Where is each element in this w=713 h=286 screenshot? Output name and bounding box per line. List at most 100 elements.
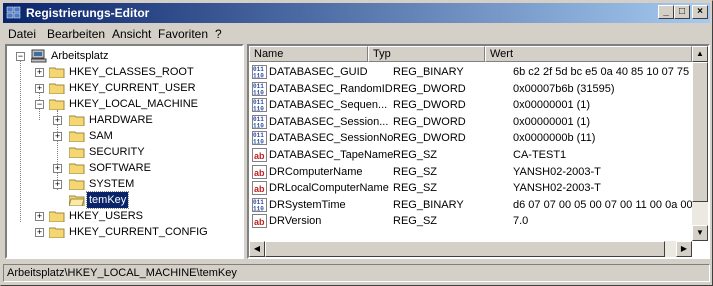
title-bar[interactable]: Registrierungs-Editor _ □ × xyxy=(3,3,710,23)
svg-text:110: 110 xyxy=(253,106,264,113)
table-row[interactable]: 011 110 DATABASEC_Session... REG_DWORD 0x000… xyxy=(249,114,692,131)
collapse-toggle-icon[interactable]: − xyxy=(35,100,44,109)
folder-icon xyxy=(69,179,85,190)
svg-text:110: 110 xyxy=(253,73,264,80)
row-type: REG_BINARY xyxy=(393,198,464,211)
row-value: 0x00007b6b (31595) xyxy=(513,82,615,95)
column-header-type[interactable]: Typ xyxy=(368,46,485,62)
values-list-pane[interactable]: Name Typ Wert 011 110 DATABASEC_GUID REG_BI… xyxy=(247,44,710,259)
folder-icon xyxy=(49,83,65,94)
table-row[interactable]: ab DRVersion REG_SZ 7.0 xyxy=(249,213,692,230)
tree-label-hardware: HARDWARE xyxy=(89,114,153,126)
tree-label-software: SOFTWARE xyxy=(89,162,151,174)
table-row[interactable]: 011 110 DATABASEC_GUID REG_BINARY 6b c2 2f 5… xyxy=(249,64,698,81)
scroll-thumb[interactable] xyxy=(692,62,708,202)
expand-toggle-icon[interactable]: + xyxy=(35,84,44,93)
row-value: 0x0000000b (11) xyxy=(513,132,596,145)
registry-app-icon xyxy=(6,6,21,19)
svg-text:110: 110 xyxy=(253,139,264,146)
maximize-button[interactable]: □ xyxy=(674,5,690,19)
tree-label-hku: HKEY_USERS xyxy=(69,210,143,222)
row-name: DRComputerName xyxy=(269,165,363,178)
scroll-left-icon[interactable]: ◀ xyxy=(249,241,265,257)
table-row[interactable]: 011 110 DATABASEC_RandomID REG_DWORD 0x00007… xyxy=(249,81,692,98)
window-title: Registrierungs-Editor xyxy=(26,6,150,20)
tree-label-sam: SAM xyxy=(89,130,113,142)
row-type: REG_DWORD xyxy=(393,132,466,145)
scroll-right-icon[interactable]: ▶ xyxy=(676,241,692,257)
row-type: REG_DWORD xyxy=(393,115,466,128)
close-button[interactable]: × xyxy=(692,5,708,19)
expand-toggle-icon[interactable]: + xyxy=(53,132,62,141)
horizontal-scrollbar[interactable]: ◀ ▶ xyxy=(249,241,692,257)
table-row[interactable]: ab DATABASEC_TapeName REG_SZ CA-TEST1 xyxy=(249,147,692,164)
tree-label-hkcr: HKEY_CLASSES_ROOT xyxy=(69,66,194,78)
menu-bar: Datei Bearbeiten Ansicht Favoriten ? xyxy=(3,25,710,43)
collapse-toggle-icon[interactable]: − xyxy=(16,52,25,61)
menu-help[interactable]: ? xyxy=(215,27,222,41)
key-tree-pane[interactable]: − Arbeitsplatz + HKEY_CLASSES_ROOT + HKE… xyxy=(5,44,244,259)
svg-text:110: 110 xyxy=(253,122,264,129)
menu-datei[interactable]: Datei xyxy=(8,27,36,41)
row-type: REG_DWORD xyxy=(393,99,466,112)
reg-string-icon: ab xyxy=(252,214,267,229)
row-name: DATABASEC_SessionNo xyxy=(269,132,394,145)
row-value: YANSH02-2003-T xyxy=(513,182,601,195)
reg-binary-icon: 011110 xyxy=(252,197,267,212)
row-type: REG_BINARY xyxy=(393,66,464,78)
row-name: DATABASEC_TapeName xyxy=(269,149,394,161)
expand-toggle-icon[interactable]: + xyxy=(53,116,62,125)
row-value: CA-TEST1 xyxy=(513,149,567,161)
row-value: 0x00000001 (1) xyxy=(513,115,591,128)
column-header-name[interactable]: Name xyxy=(249,46,368,62)
scroll-up-icon[interactable]: ▲ xyxy=(692,46,708,62)
row-name: DRSystemTime xyxy=(269,198,346,211)
reg-binary-icon: 011110 xyxy=(252,65,267,79)
table-row[interactable]: 011 110 DRSystemTime REG_BINARY d6 07 07 00 … xyxy=(249,197,693,214)
table-row[interactable]: 011 110 DATABASEC_Sequen... REG_DWORD 0x0000… xyxy=(249,97,692,114)
row-type: REG_SZ xyxy=(393,182,438,195)
scroll-down-icon[interactable]: ▼ xyxy=(692,225,708,241)
tree-label-security: SECURITY xyxy=(89,146,145,158)
scroll-thumb[interactable] xyxy=(265,241,665,257)
minimize-button[interactable]: _ xyxy=(658,5,674,19)
row-name: DATABASEC_GUID xyxy=(269,66,368,78)
reg-binary-icon: 011110 xyxy=(252,131,267,146)
open-folder-icon xyxy=(49,99,65,110)
column-header-value[interactable]: Wert xyxy=(485,46,692,62)
registry-editor-window: Registrierungs-Editor _ □ × Datei Bearbe… xyxy=(0,0,713,286)
row-name: DATABASEC_Sequen... xyxy=(269,99,388,112)
row-type: REG_DWORD xyxy=(393,82,466,95)
expand-toggle-icon[interactable]: + xyxy=(35,68,44,77)
expand-toggle-icon[interactable]: + xyxy=(35,212,44,221)
tree-label-hkcu: HKEY_CURRENT_USER xyxy=(69,82,196,94)
row-type: REG_SZ xyxy=(393,165,438,178)
tree-label-hkcc: HKEY_CURRENT_CONFIG xyxy=(69,226,208,238)
table-row[interactable]: ab DRLocalComputerName REG_SZ YANSH02-2003-… xyxy=(249,180,692,197)
expand-toggle-icon[interactable]: + xyxy=(53,180,62,189)
tree-label-system: SYSTEM xyxy=(89,178,135,190)
table-row[interactable]: 011 110 DATABASEC_SessionNo REG_DWORD 0x0000… xyxy=(249,130,692,147)
svg-text:110: 110 xyxy=(253,205,264,212)
folder-icon xyxy=(69,147,85,158)
table-row[interactable]: ab DRComputerName REG_SZ YANSH02-2003-T xyxy=(249,164,692,181)
folder-icon xyxy=(49,67,65,78)
menu-ansicht[interactable]: Ansicht xyxy=(112,27,151,41)
row-value: YANSH02-2003-T xyxy=(513,165,601,178)
folder-icon xyxy=(69,115,85,126)
row-value: 0x00000001 (1) xyxy=(513,99,591,112)
expand-toggle-icon[interactable]: + xyxy=(35,228,44,237)
menu-favoriten[interactable]: Favoriten xyxy=(158,27,208,41)
vertical-scrollbar[interactable]: ▲ ▼ xyxy=(692,46,708,241)
expand-toggle-icon[interactable]: + xyxy=(53,164,62,173)
reg-string-icon: ab xyxy=(252,181,267,196)
row-value: 7.0 xyxy=(513,215,529,228)
row-value: 6b c2 2f 5d bc e5 0a 40 85 10 07 75 5 xyxy=(513,66,699,78)
reg-binary-icon: 011110 xyxy=(252,81,267,96)
menu-bearbeiten[interactable]: Bearbeiten xyxy=(47,27,105,41)
computer-icon xyxy=(31,49,47,63)
svg-text:ab: ab xyxy=(254,184,265,194)
reg-binary-icon: 011110 xyxy=(252,114,267,129)
reg-binary-icon: 011110 xyxy=(252,98,267,113)
row-name: DRLocalComputerName xyxy=(269,182,389,195)
